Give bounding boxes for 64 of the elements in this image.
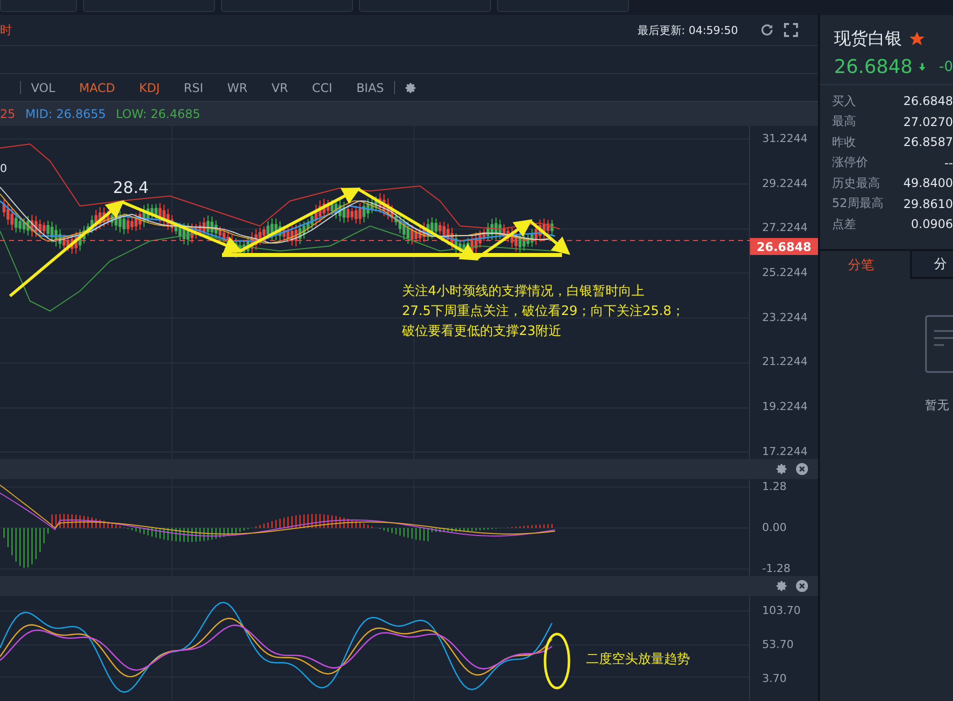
trend-arrow	[529, 220, 570, 255]
analysis-note: 关注4小时颈线的支撑情况，白银暂时向上	[402, 283, 646, 301]
last-update-text: 最后更新: 04:59:50	[637, 22, 738, 38]
indicator-tab[interactable]: MACD	[79, 80, 116, 94]
close-icon[interactable]	[796, 580, 808, 592]
settings-icon[interactable]	[776, 580, 788, 592]
refresh-icon[interactable]	[760, 23, 774, 37]
stat-label: 点差	[832, 216, 856, 233]
axis-label: 23.2244	[761, 310, 809, 325]
settings-icon[interactable]	[776, 463, 788, 475]
stat-label: 52周最高	[832, 195, 884, 212]
axis-label: 29.2244	[761, 176, 809, 191]
stat-label: 昨收	[832, 134, 856, 151]
indicator-tab[interactable]: RSI	[184, 80, 204, 94]
axis-label: 53.70	[761, 638, 795, 652]
stat-label: 买入	[832, 92, 856, 110]
indicator-tab[interactable]: VOL	[31, 80, 56, 94]
axis-edge-label: 0	[0, 162, 7, 176]
stat-label: 最高	[832, 113, 856, 130]
last-price-tag: 26.6848	[750, 238, 818, 255]
axis-label: 25.2244	[761, 266, 809, 280]
indicator-tab[interactable]: BIAS	[356, 80, 384, 94]
stat-value: 49.8400	[903, 176, 953, 190]
axis-label: 31.2244	[761, 132, 809, 146]
axis-label: 27.2244	[761, 221, 809, 236]
axis-label: 19.2244	[761, 400, 809, 414]
axis-label: 17.2244	[761, 444, 809, 459]
stat-value: --	[944, 156, 953, 170]
indicator-tab[interactable]: KDJ	[139, 80, 160, 94]
legend-value: 25	[0, 107, 16, 121]
settings-icon[interactable]	[404, 82, 417, 94]
axis-label: 3.70	[761, 672, 788, 686]
analysis-note: 破位要看更低的支撑23附近	[402, 323, 563, 341]
axis-label: 1.28	[761, 480, 788, 494]
price-change: -0	[939, 59, 953, 75]
legend-value: MID: 26.8655	[25, 107, 106, 121]
stat-value: 26.8587	[903, 135, 953, 150]
indicator-tab[interactable]: VR	[271, 80, 288, 94]
close-icon[interactable]	[796, 463, 808, 475]
highlight-ellipse	[544, 632, 570, 690]
empty-state-text: 暂无	[925, 396, 949, 414]
stat-label: 历史最高	[832, 174, 880, 192]
axis-label: 21.2244	[761, 355, 809, 370]
peak-label: 28.4	[113, 178, 149, 198]
instrument-name: 现货白银	[834, 28, 902, 50]
axis-label: -1.28	[761, 562, 792, 576]
fullscreen-icon[interactable]	[784, 23, 798, 37]
trend-note: 二度空头放量趋势	[586, 652, 690, 668]
period-label: 时	[0, 22, 12, 38]
current-price: 26.6848	[834, 56, 913, 78]
axis-label: 0.00	[761, 521, 788, 535]
stat-value: 26.6848	[903, 94, 953, 108]
indicator-tab[interactable]: WR	[227, 80, 248, 94]
axis-label: 103.70	[761, 604, 802, 618]
stat-value: 29.8610	[903, 196, 953, 211]
stat-label: 涨停价	[832, 154, 868, 172]
indicator-tab[interactable]: CCI	[312, 80, 332, 94]
analysis-note: 27.5下周重点关注，破位看29；向下关注25.8；	[402, 303, 684, 321]
stat-value: 0.0906	[911, 217, 953, 232]
legend-value: LOW: 26.4685	[116, 107, 200, 121]
stat-value: 27.0270	[903, 114, 953, 129]
document-icon	[925, 314, 953, 372]
panel-tab[interactable]: 分	[912, 250, 953, 278]
star-icon[interactable]	[910, 32, 924, 46]
